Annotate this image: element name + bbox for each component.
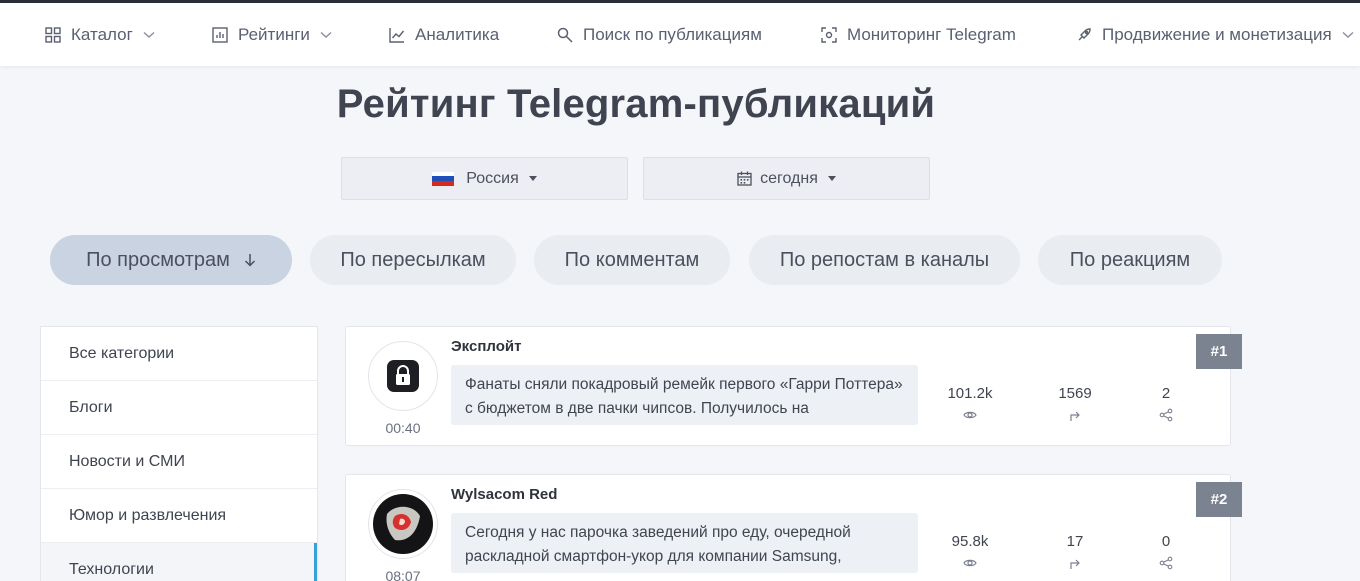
reposts-count: 0	[1161, 533, 1171, 550]
tab-views-label: По просмотрам	[86, 248, 230, 271]
nav-ratings[interactable]: Рейтинги	[211, 3, 332, 66]
lock-icon	[387, 360, 419, 392]
rank-badge: #1	[1196, 334, 1242, 369]
nav-monitoring-label: Мониторинг Telegram	[847, 24, 1016, 44]
sidebar-item-label: Все категории	[69, 344, 175, 362]
arrow-down-icon	[244, 253, 256, 267]
sidebar-item-technology[interactable]: Технологии	[41, 543, 317, 581]
nav-catalog-label: Каталог	[71, 24, 133, 44]
line-chart-icon	[388, 26, 406, 44]
chevron-down-icon	[320, 31, 332, 39]
views-stat: 101.2k	[935, 385, 1005, 422]
channel-name[interactable]: Wylsacom Red	[451, 486, 557, 503]
channel-avatar[interactable]	[368, 489, 438, 559]
period-dropdown[interactable]: сегодня	[643, 157, 930, 200]
views-count: 101.2k	[947, 385, 993, 402]
nav-search[interactable]: Поиск по публикациям	[556, 3, 762, 66]
chevron-down-icon	[143, 31, 155, 39]
nav-ratings-label: Рейтинги	[238, 24, 310, 44]
tab-forwards-label: По пересылкам	[340, 248, 486, 271]
post-card[interactable]: 08:07 Wylsacom Red Сегодня у нас парочка…	[345, 474, 1231, 581]
reposts-count: 2	[1161, 385, 1171, 402]
country-dropdown[interactable]: Россия	[341, 157, 628, 200]
sidebar-item-label: Юмор и развлечения	[69, 506, 227, 524]
nav-promotion-label: Продвижение и монетизация	[1102, 24, 1332, 44]
forwards-stat: 1569	[1040, 385, 1110, 422]
tab-comments[interactable]: По комментам	[534, 235, 730, 285]
chevron-down-icon	[1342, 31, 1354, 39]
nav-monitoring[interactable]: Мониторинг Telegram	[820, 3, 1016, 66]
period-value: сегодня	[760, 169, 818, 187]
page-title: Рейтинг Telegram-публикаций	[336, 82, 936, 126]
sidebar-item-humor[interactable]: Юмор и развлечения	[41, 489, 317, 543]
category-sidebar: Все категории Блоги Новости и СМИ Юмор и…	[40, 326, 318, 581]
tab-channel-reposts[interactable]: По репостам в каналы	[749, 235, 1020, 285]
forwards-count: 17	[1066, 533, 1084, 550]
forwards-count: 1569	[1058, 385, 1092, 402]
sidebar-item-label: Блоги	[69, 398, 113, 416]
russia-flag-icon	[432, 171, 455, 186]
eye-icon	[963, 411, 977, 419]
reposts-stat: 2	[1131, 385, 1201, 422]
tab-comments-label: По комментам	[564, 248, 700, 271]
tab-views[interactable]: По просмотрам	[50, 235, 292, 285]
forward-arrow-icon	[1070, 559, 1080, 569]
tab-channel-reposts-label: По репостам в каналы	[779, 248, 990, 271]
reposts-stat: 0	[1131, 533, 1201, 570]
top-navigation: Каталог Рейтинги Аналитика Поиск по публ…	[0, 0, 1360, 66]
sidebar-item-label: Новости и СМИ	[69, 452, 185, 470]
grid-icon	[44, 26, 62, 44]
channel-name[interactable]: Эксплойт	[451, 338, 521, 355]
views-stat: 95.8k	[935, 533, 1005, 570]
bar-chart-icon	[211, 26, 229, 44]
eye-icon	[963, 559, 977, 567]
channel-avatar[interactable]	[368, 341, 438, 411]
tab-forwards[interactable]: По пересылкам	[310, 235, 516, 285]
caret-down-icon	[827, 176, 836, 181]
post-snippet[interactable]: Фанаты сняли покадровый ремейк первого «…	[451, 365, 918, 425]
nav-search-label: Поиск по публикациям	[583, 24, 762, 44]
search-icon	[556, 26, 574, 44]
scan-icon	[820, 26, 838, 44]
caret-down-icon	[528, 176, 537, 181]
nav-catalog[interactable]: Каталог	[44, 3, 155, 66]
sidebar-item-news[interactable]: Новости и СМИ	[41, 435, 317, 489]
forward-arrow-icon	[1070, 411, 1080, 421]
sidebar-item-all[interactable]: Все категории	[41, 327, 317, 381]
nav-promotion[interactable]: Продвижение и монетизация	[1075, 3, 1354, 66]
nav-analytics-label: Аналитика	[415, 24, 500, 44]
share-icon	[1159, 556, 1173, 570]
share-icon	[1159, 408, 1173, 422]
tab-reactions[interactable]: По реакциям	[1038, 235, 1222, 285]
post-snippet[interactable]: Сегодня у нас парочка заведений про еду,…	[451, 513, 918, 573]
channel-logo-icon	[373, 494, 433, 554]
tab-reactions-label: По реакциям	[1069, 248, 1191, 271]
views-count: 95.8k	[951, 533, 989, 550]
calendar-icon	[737, 171, 752, 186]
post-time: 08:07	[385, 568, 421, 581]
sidebar-item-blogs[interactable]: Блоги	[41, 381, 317, 435]
rocket-icon	[1075, 26, 1093, 44]
post-time: 00:40	[385, 420, 421, 436]
rank-badge: #2	[1196, 482, 1242, 517]
forwards-stat: 17	[1040, 533, 1110, 570]
sidebar-item-label: Технологии	[69, 560, 154, 578]
nav-analytics[interactable]: Аналитика	[388, 3, 499, 66]
country-value: Россия	[466, 169, 519, 187]
post-card[interactable]: 00:40 Эксплойт Фанаты сняли покадровый р…	[345, 326, 1231, 446]
